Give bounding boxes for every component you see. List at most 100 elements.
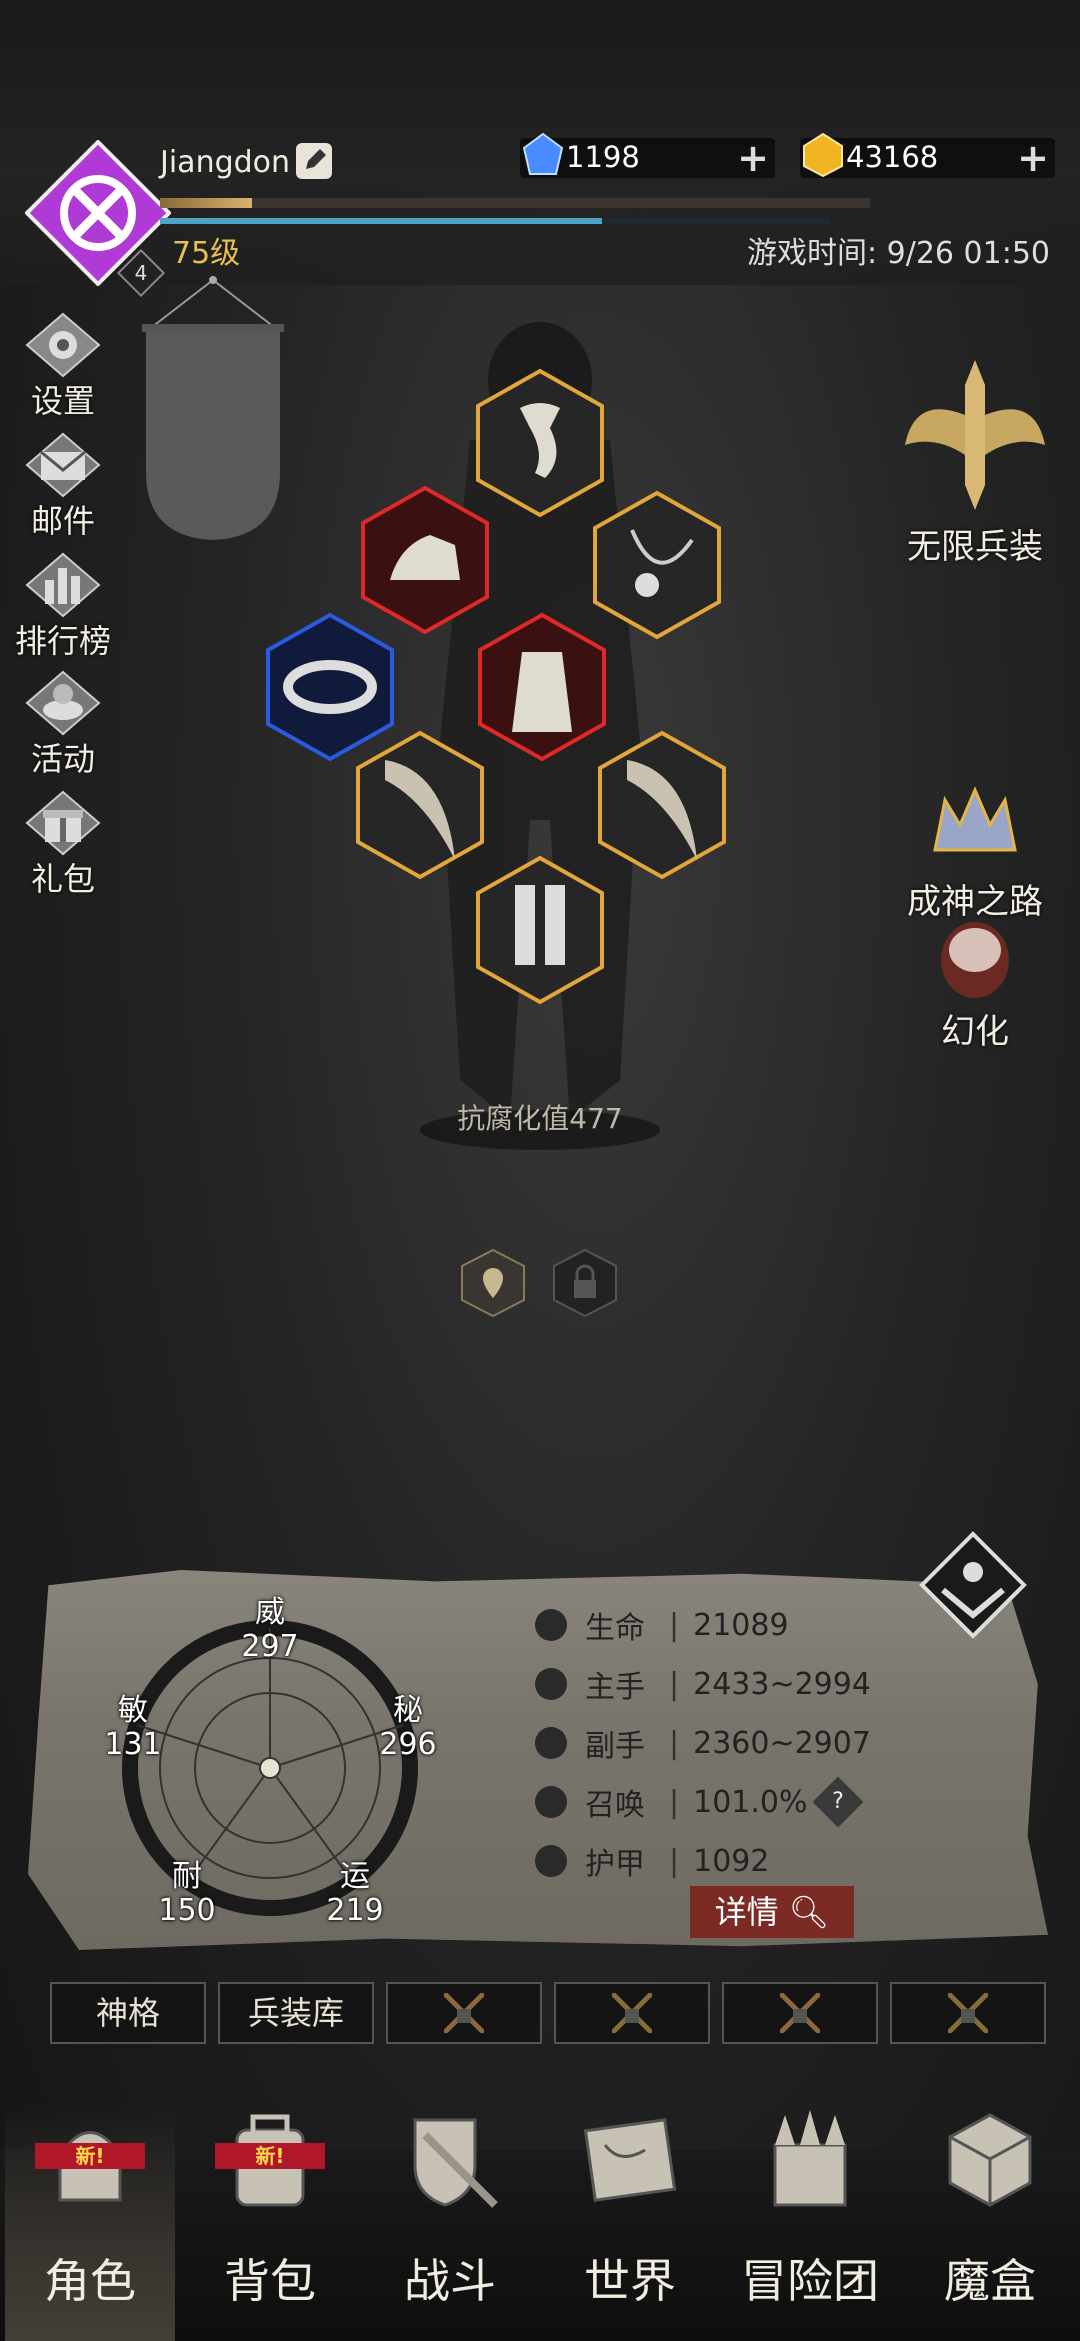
gift-icon [25, 790, 101, 856]
nav-backpack-new-badge: 新! [215, 2143, 325, 2169]
side-events[interactable]: 活动 [8, 670, 118, 780]
armor-icon [535, 1845, 567, 1877]
cube-icon [948, 2113, 1032, 2207]
gold-gem-icon [803, 132, 843, 178]
tab-locked-2[interactable] [554, 1982, 710, 2044]
attr-wei: 威 297 [235, 1596, 305, 1664]
edit-name-button[interactable] [296, 143, 332, 179]
nav-battle[interactable]: 战斗 [365, 2105, 535, 2341]
nav-world-label: 世界 [584, 2254, 676, 2308]
equip-slot-body[interactable] [477, 612, 607, 762]
attr-min: 敏 131 [98, 1694, 168, 1762]
collapse-panel-icon[interactable] [918, 1530, 1028, 1640]
nav-magic-box[interactable]: 魔盒 [905, 2105, 1075, 2341]
details-button[interactable]: 详情 🔍︎ [690, 1886, 854, 1938]
horn-blade-icon [598, 730, 726, 880]
attr-mi: 秘 296 [373, 1694, 443, 1762]
right-transform[interactable]: 幻化 [885, 920, 1065, 1053]
add-blue-gem-button[interactable]: + [737, 138, 769, 178]
boots-icon [476, 855, 604, 1005]
help-icon[interactable]: ? [812, 1776, 863, 1828]
nav-backpack[interactable]: 新! 背包 [185, 2105, 355, 2341]
player-level: 75级 [172, 236, 241, 271]
right-godhood[interactable]: 成神之路 [885, 770, 1065, 923]
attr-nai: 耐 150 [152, 1860, 222, 1928]
tab-locked-3[interactable] [722, 1982, 878, 2044]
blue-gem-counter: 1198 + [520, 132, 775, 178]
nav-backpack-label: 背包 [224, 2254, 316, 2308]
equip-slot-neck[interactable] [592, 490, 722, 640]
add-gold-gem-button[interactable]: + [1017, 138, 1049, 178]
energy-bar [160, 218, 830, 224]
nav-adventure-guild[interactable]: 冒险团 [725, 2105, 895, 2341]
side-gifts-label: 礼包 [30, 860, 95, 898]
sword-icon [535, 1668, 567, 1700]
equip-slot-main-hand[interactable] [355, 730, 485, 880]
xp-bar-fill [160, 198, 253, 208]
energy-bar-fill [160, 218, 603, 224]
stat-off-hand: 副手 | 2360~2907 [535, 1723, 871, 1764]
equip-slot-off-hand[interactable] [597, 730, 727, 880]
right-infinite-gear[interactable]: 无限兵装 [885, 355, 1065, 568]
attr-mi-label: 秘 [393, 1693, 423, 1728]
map-scroll-icon [583, 2118, 677, 2202]
side-events-label: 活动 [30, 740, 95, 778]
stat-summon: 召唤 | 101.0% ? [535, 1776, 863, 1828]
attr-wei-value: 297 [241, 1629, 299, 1664]
attr-nai-value: 150 [158, 1893, 216, 1928]
stat-off-hand-value: 2360~2907 [693, 1725, 871, 1761]
nav-adventure-guild-label: 冒险团 [741, 2254, 879, 2308]
nav-world[interactable]: 世界 [545, 2105, 715, 2341]
stat-main-hand-value: 2433~2994 [693, 1666, 871, 1702]
stat-armor-value: 1092 [693, 1843, 770, 1879]
equip-slot-legs[interactable] [475, 855, 605, 1005]
attr-nai-label: 耐 [172, 1859, 202, 1894]
right-godhood-label: 成神之路 [907, 882, 1043, 922]
chain-lock-icon [780, 1993, 820, 2033]
side-ranking[interactable]: 排行榜 [8, 552, 118, 662]
stat-hp: 生命 | 21089 [535, 1605, 789, 1646]
crown-icon [933, 786, 1017, 852]
bar-chart-icon [25, 552, 101, 618]
equip-slot-head[interactable] [475, 368, 605, 518]
stat-armor: 护甲 | 1092 [535, 1841, 770, 1882]
tab-godhood[interactable]: 神格 [50, 1982, 206, 2044]
heart-icon [535, 1609, 567, 1641]
nav-battle-label: 战斗 [404, 2254, 496, 2308]
tab-armory[interactable]: 兵装库 [218, 1982, 374, 2044]
attr-min-label: 敏 [118, 1693, 148, 1728]
pencil-icon [306, 149, 326, 169]
tab-locked-1[interactable] [386, 1982, 542, 2044]
gear-icon [25, 312, 101, 378]
envelope-icon [25, 432, 101, 498]
nav-character[interactable]: 新! 角色 [5, 2105, 175, 2341]
nav-character-label: 角色 [44, 2254, 136, 2308]
side-ranking-label: 排行榜 [14, 622, 111, 660]
lock-icon[interactable] [552, 1248, 618, 1318]
chain-lock-icon [612, 1993, 652, 2033]
attr-yun-label: 运 [340, 1859, 370, 1894]
stat-armor-label: 护甲 [585, 1847, 645, 1882]
attr-yun: 运 219 [320, 1860, 390, 1928]
shield-sword-icon [413, 2118, 498, 2208]
side-mail-label: 邮件 [30, 502, 95, 540]
stat-hp-label: 生命 [585, 1611, 645, 1646]
attr-yun-value: 219 [326, 1893, 384, 1928]
location-pin-icon[interactable] [460, 1248, 526, 1318]
mask-icon [941, 922, 1009, 998]
chest-icon [25, 670, 101, 736]
nav-magic-box-label: 魔盒 [944, 2254, 1036, 2308]
robe-icon [478, 612, 606, 762]
side-mail[interactable]: 邮件 [8, 432, 118, 542]
game-time: 游戏时间: 9/26 01:50 [746, 236, 1050, 271]
horn-blade-icon [356, 730, 484, 880]
side-settings[interactable]: 设置 [8, 312, 118, 422]
tab-locked-4[interactable] [890, 1982, 1046, 2044]
attr-min-value: 131 [104, 1727, 162, 1762]
winged-sword-icon [905, 360, 1045, 510]
gold-gem-value: 43168 [846, 140, 939, 174]
right-transform-label: 幻化 [941, 1012, 1009, 1052]
gold-gem-counter: 43168 + [800, 132, 1055, 178]
side-gifts[interactable]: 礼包 [8, 790, 118, 900]
right-infinite-gear-label: 无限兵装 [907, 527, 1043, 567]
